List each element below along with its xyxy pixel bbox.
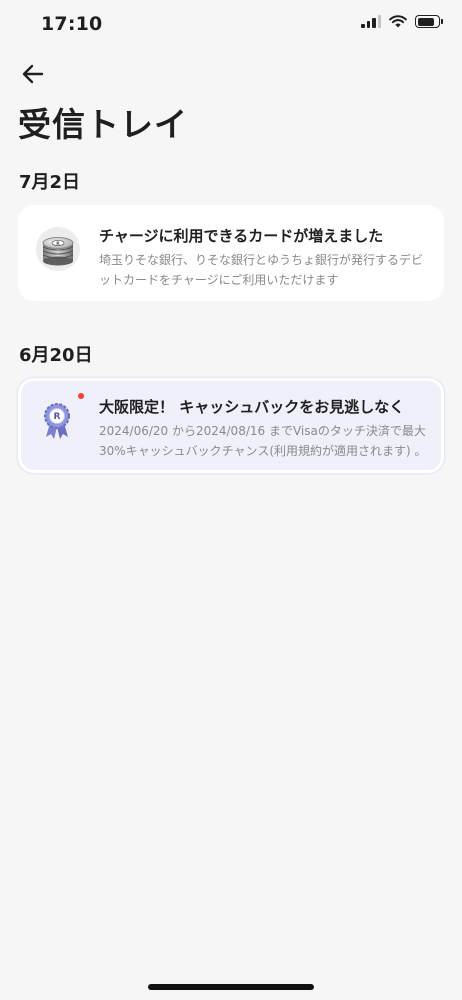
arrow-left-icon xyxy=(22,64,44,84)
message-card[interactable]: R チャージに利用できるカードが増えました 埼玉りそな銀行、りそな銀行とゆうちょ… xyxy=(18,205,444,301)
section-date: 7月2日 xyxy=(19,172,81,193)
battery-icon xyxy=(415,15,443,28)
page-title: 受信トレイ xyxy=(18,105,188,144)
message-title: 大阪限定！ キャッシュバックをお見逃しなく xyxy=(99,398,405,416)
unread-dot xyxy=(78,393,84,399)
svg-text:R: R xyxy=(54,412,61,422)
status-icons xyxy=(361,15,443,28)
message-body: 2024/06/20 から2024/08/16 までVisaのタッチ決済で最大3… xyxy=(99,424,427,458)
message-body: 埼玉りそな銀行、りそな銀行とゆうちょ銀行が発行するデビットカードをチャージにご利… xyxy=(99,253,424,287)
message-card-unread[interactable]: R 大阪限定！ キャッシュバックをお見逃しなく 2024/06/20 から202… xyxy=(18,378,444,473)
section-date: 6月20日 xyxy=(19,345,93,366)
message-title: チャージに利用できるカードが増えました xyxy=(99,227,384,245)
cellular-signal-icon xyxy=(361,15,381,28)
home-indicator xyxy=(148,984,314,990)
status-bar: 17:10 xyxy=(0,0,462,52)
award-ribbon-icon: R xyxy=(44,403,70,439)
status-time: 17:10 xyxy=(41,13,103,35)
back-button[interactable] xyxy=(16,58,50,90)
svg-text:R: R xyxy=(56,241,60,247)
wifi-icon xyxy=(389,15,407,28)
coin-stack-icon: R xyxy=(36,227,80,271)
